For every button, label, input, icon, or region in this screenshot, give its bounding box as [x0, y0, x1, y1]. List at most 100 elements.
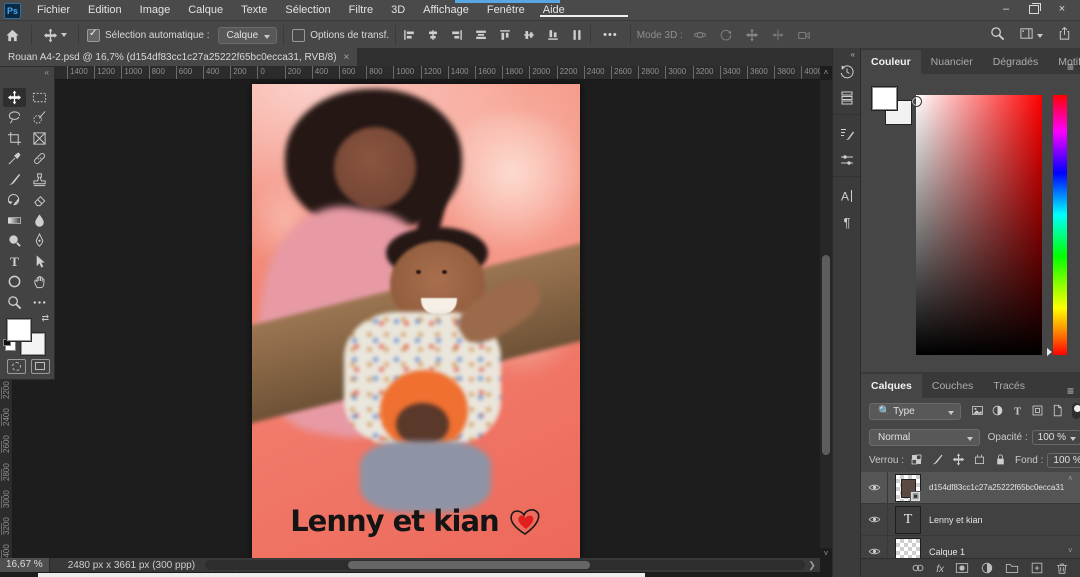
- filter-adjust-button[interactable]: [991, 402, 1004, 420]
- hue-slider[interactable]: [1053, 95, 1067, 355]
- panel-menu-icon[interactable]: ≡: [1067, 60, 1073, 74]
- collapse-icon[interactable]: «: [45, 68, 50, 77]
- layer-filter-dropdown[interactable]: 🔍 Type: [869, 403, 961, 420]
- path-select-tool[interactable]: [28, 252, 51, 271]
- shape-tool[interactable]: [3, 272, 26, 291]
- color-tab-dégradés[interactable]: Dégradés: [983, 50, 1049, 74]
- panel-menu-icon[interactable]: ≡: [1067, 384, 1073, 398]
- align-button-align-bottom[interactable]: [546, 26, 560, 44]
- filter-toggle-switch[interactable]: [1072, 403, 1080, 419]
- scroll-down-arrow[interactable]: ˅: [820, 548, 832, 560]
- tools-panel-header[interactable]: «: [0, 67, 54, 80]
- zoom-level-field[interactable]: 16,67 %: [0, 558, 50, 572]
- filter-type-button[interactable]: [1011, 402, 1024, 420]
- document-tab[interactable]: Rouan A4-2.psd @ 16,7% (d154df83cc1c27a2…: [0, 48, 357, 66]
- menu-texte[interactable]: Texte: [232, 0, 276, 20]
- brush-settings-panel-button[interactable]: [833, 121, 861, 147]
- scroll-right-arrow[interactable]: ❯: [806, 559, 818, 571]
- more-align-options-button[interactable]: •••: [597, 29, 624, 41]
- expand-panels-icon[interactable]: «: [833, 48, 861, 59]
- crop-tool[interactable]: [3, 129, 26, 148]
- delete-layer-button[interactable]: [1055, 559, 1069, 577]
- quick-mask-button[interactable]: [7, 359, 26, 374]
- stamp-tool[interactable]: [28, 170, 51, 189]
- layer-thumbnail[interactable]: ▣: [895, 474, 921, 502]
- menu-3d[interactable]: 3D: [382, 0, 414, 20]
- lock-transparent-button[interactable]: [910, 451, 923, 469]
- home-button[interactable]: [0, 28, 25, 43]
- marquee-tool[interactable]: [28, 88, 51, 107]
- paragraph-panel-button[interactable]: [833, 209, 861, 235]
- menu-sélection[interactable]: Sélection: [276, 0, 339, 20]
- opacity-dropdown[interactable]: 100 %: [1032, 430, 1080, 445]
- color-tab-nuancier[interactable]: Nuancier: [921, 50, 983, 74]
- filter-smart-button[interactable]: [1051, 402, 1064, 420]
- history-panel-button[interactable]: [833, 59, 861, 85]
- align-button-align-right[interactable]: [450, 26, 464, 44]
- foreground-color-swatch[interactable]: [7, 319, 31, 341]
- align-button-distribute-h[interactable]: [474, 26, 488, 44]
- align-button-align-middle-v[interactable]: [522, 26, 536, 44]
- layer-row[interactable]: ▣d154df83cc1c27a25222f65bc0ecca31: [861, 472, 1080, 504]
- blend-mode-dropdown[interactable]: Normal: [869, 429, 980, 446]
- menu-filtre[interactable]: Filtre: [340, 0, 382, 20]
- heal-tool[interactable]: [28, 149, 51, 168]
- auto-select-target-dropdown[interactable]: Calque: [218, 27, 278, 44]
- scroll-up-arrow[interactable]: ˄: [820, 67, 832, 79]
- color-tab-motifs[interactable]: Motifs: [1048, 50, 1080, 74]
- canvas[interactable]: Lenny et kian: [252, 84, 580, 560]
- default-colors-icon[interactable]: [5, 341, 16, 351]
- layer-mask-button[interactable]: [955, 559, 969, 577]
- search-button[interactable]: [990, 25, 1005, 43]
- menu-fichier[interactable]: Fichier: [28, 0, 79, 20]
- move-tool-preset[interactable]: [38, 28, 72, 43]
- dodge-tool[interactable]: [3, 231, 26, 250]
- layer-effects-button[interactable]: fx: [936, 559, 944, 577]
- close-tab-icon[interactable]: ×: [344, 52, 350, 63]
- layer-visibility-toggle[interactable]: [861, 536, 888, 558]
- align-button-align-left[interactable]: [402, 26, 416, 44]
- filter-shape-button[interactable]: [1031, 402, 1044, 420]
- layer-visibility-toggle[interactable]: [861, 472, 888, 503]
- layers-scroll-down-icon[interactable]: ˅: [1068, 546, 1073, 555]
- layer-row[interactable]: Calque 1: [861, 536, 1080, 558]
- lasso-tool[interactable]: [3, 108, 26, 127]
- gradient-tool[interactable]: [3, 211, 26, 230]
- lock-position-button[interactable]: [952, 451, 965, 469]
- frame-tool[interactable]: [28, 129, 51, 148]
- eraser-tool[interactable]: [28, 190, 51, 209]
- workspace-button[interactable]: [1019, 25, 1043, 43]
- type-tool[interactable]: [3, 252, 26, 271]
- eyedropper-tool[interactable]: [3, 149, 26, 168]
- layer-thumbnail[interactable]: T: [895, 506, 921, 534]
- menu-aide[interactable]: Aide: [534, 0, 574, 20]
- screen-mode-button[interactable]: [31, 359, 50, 374]
- share-button[interactable]: [1057, 25, 1072, 43]
- lock-pixels-button[interactable]: [931, 451, 944, 469]
- blur-tool[interactable]: [28, 211, 51, 230]
- character-panel-button[interactable]: [833, 183, 861, 209]
- color-tab-couleur[interactable]: Couleur: [861, 50, 921, 74]
- auto-select-checkbox[interactable]: [87, 29, 100, 42]
- link-layers-button[interactable]: [911, 559, 925, 577]
- clone-source-panel-button[interactable]: [833, 147, 861, 173]
- restore-button[interactable]: [1020, 0, 1048, 20]
- layers-tab-calques[interactable]: Calques: [861, 374, 922, 398]
- color-field-marker[interactable]: [911, 96, 922, 107]
- transform-controls-checkbox[interactable]: [292, 29, 305, 42]
- libraries-panel-button[interactable]: [833, 85, 861, 111]
- menu-calque[interactable]: Calque: [179, 0, 232, 20]
- new-layer-button[interactable]: [1030, 559, 1044, 577]
- layer-row[interactable]: TLenny et kian: [861, 504, 1080, 536]
- layers-tab-couches[interactable]: Couches: [922, 374, 983, 398]
- panel-foreground-swatch[interactable]: [871, 86, 898, 111]
- history-brush-tool[interactable]: [3, 190, 26, 209]
- lock-all-button[interactable]: [994, 451, 1007, 469]
- fill-dropdown[interactable]: 100 %: [1047, 453, 1080, 468]
- layers-scroll-up-icon[interactable]: ˄: [1068, 474, 1073, 483]
- brush-tool[interactable]: [3, 170, 26, 189]
- quick-select-tool[interactable]: [28, 108, 51, 127]
- layer-visibility-toggle[interactable]: [861, 504, 888, 535]
- pen-tool[interactable]: [28, 231, 51, 250]
- zoom-tool[interactable]: [3, 293, 26, 312]
